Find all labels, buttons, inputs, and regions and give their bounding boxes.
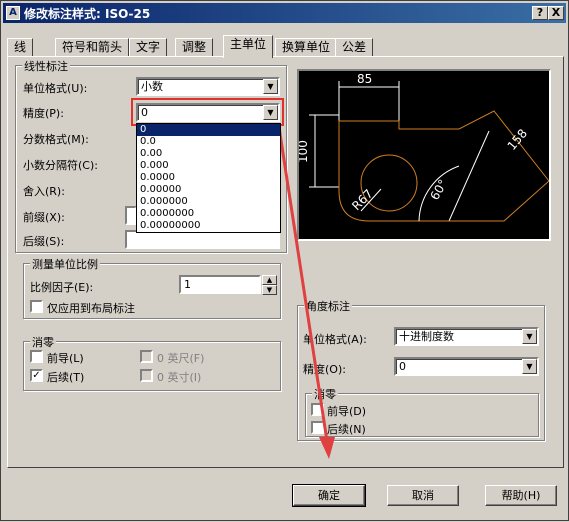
dialog-window: A 修改标注样式: ISO-25 ? X 线 符号和箭头 文字 调整 主单位 换…	[0, 0, 569, 521]
precision-option[interactable]: 0.00	[137, 148, 280, 160]
precision-option[interactable]: 0.00000000	[137, 220, 280, 232]
angular-unit-format-select[interactable]: 十进制度数 ▼	[394, 327, 539, 346]
prefix-label: 前缀(X):	[23, 211, 65, 224]
inches-zero-label: 0 英寸(I)	[157, 371, 202, 384]
preview-drawing: 85 100 158 R67 60°	[296, 72, 550, 222]
inches-zero-checkbox	[140, 369, 153, 382]
fraction-format-label: 分数格式(M):	[23, 133, 89, 146]
angular-trailing-checkbox[interactable]	[311, 421, 324, 434]
tab-primary-units[interactable]: 主单位	[223, 35, 274, 58]
precision-option[interactable]: 0.0	[137, 136, 280, 148]
tab-strip: 线 符号和箭头 文字 调整 主单位 换算单位 公差	[7, 35, 564, 58]
help-title-button[interactable]: ?	[532, 6, 548, 20]
tab-lines[interactable]: 线	[7, 38, 34, 57]
layout-only-label: 仅应用到布局标注	[47, 302, 135, 315]
unit-format-value: 小数	[141, 80, 163, 93]
spin-up-icon[interactable]: ▲	[262, 275, 277, 285]
spin-down-icon[interactable]: ▼	[262, 285, 277, 295]
app-icon: A	[6, 6, 20, 20]
decimal-separator-label: 小数分隔符(C):	[23, 159, 98, 172]
dim-r67-text: R67	[349, 187, 376, 214]
precision-option[interactable]: 0.000	[137, 160, 280, 172]
dim-60-text: 60°	[427, 177, 450, 202]
tab-alternate-units[interactable]: 换算单位	[275, 38, 338, 57]
leading-zero-checkbox[interactable]	[30, 350, 43, 363]
tab-text[interactable]: 文字	[129, 38, 168, 57]
dim-158-text: 158	[505, 126, 530, 153]
chevron-down-icon[interactable]: ▼	[522, 329, 537, 344]
roundoff-label: 舍入(R):	[23, 185, 65, 198]
chevron-down-icon[interactable]: ▼	[522, 359, 537, 374]
leading-zero-label: 前导(L)	[47, 352, 84, 365]
unit-format-label: 单位格式(U):	[23, 82, 88, 95]
angular-precision-value: 0	[399, 360, 406, 373]
angular-unit-format-label: 单位格式(A):	[303, 333, 367, 346]
precision-option[interactable]: 0	[137, 124, 280, 136]
cancel-button[interactable]: 取消	[387, 485, 459, 506]
title-bar: A 修改标注样式: ISO-25 ? X	[3, 3, 566, 23]
trailing-zero-label: 后续(T)	[47, 371, 85, 384]
angular-precision-label: 精度(O):	[303, 363, 346, 376]
scale-factor-label: 比例因子(E):	[30, 281, 94, 294]
precision-option[interactable]: 0.0000000	[137, 208, 280, 220]
angular-precision-select[interactable]: 0 ▼	[394, 357, 539, 376]
linear-group-title: 线性标注	[22, 58, 70, 74]
precision-option[interactable]: 0.000000	[137, 196, 280, 208]
precision-option[interactable]: 0.00000	[137, 184, 280, 196]
layout-only-checkbox[interactable]	[30, 300, 43, 313]
precision-option[interactable]: 0.0000	[137, 172, 280, 184]
angular-unit-format-value: 十进制度数	[399, 330, 454, 343]
zero-group-title: 消零	[30, 334, 56, 350]
tab-fit[interactable]: 调整	[175, 38, 214, 57]
trailing-zero-checkbox[interactable]: ✓	[30, 369, 43, 382]
chevron-down-icon[interactable]: ▼	[263, 79, 278, 94]
help-button[interactable]: 帮助(H)	[485, 485, 557, 506]
tab-tolerances[interactable]: 公差	[335, 38, 374, 57]
angular-trailing-label: 后续(N)	[327, 423, 366, 436]
ok-button[interactable]: 确定	[292, 484, 366, 507]
close-button[interactable]: X	[548, 6, 564, 20]
precision-dropdown-list: 0 0.0 0.00 0.000 0.0000 0.00000 0.000000…	[136, 123, 281, 233]
scale-group-title: 测量单位比例	[30, 256, 100, 272]
window-title: 修改标注样式: ISO-25	[24, 6, 151, 21]
precision-label: 精度(P):	[23, 107, 64, 120]
angular-leading-checkbox[interactable]	[311, 403, 324, 416]
dim-85-text: 85	[357, 72, 372, 86]
angular-group-title: 角度标注	[304, 298, 352, 314]
feet-zero-label: 0 英尺(F)	[157, 352, 205, 365]
suffix-label: 后缀(S):	[23, 235, 65, 248]
precision-value: 0	[141, 106, 148, 119]
unit-format-select[interactable]: 小数 ▼	[136, 77, 280, 96]
angular-leading-label: 前导(D)	[327, 405, 367, 418]
dimension-preview: 85 100 158 R67 60°	[296, 69, 551, 241]
chevron-down-icon[interactable]: ▼	[263, 105, 278, 120]
dim-100-text: 100	[299, 140, 310, 163]
angular-zero-title: 消零	[312, 386, 338, 402]
feet-zero-checkbox	[140, 350, 153, 363]
tab-symbols-arrows[interactable]: 符号和箭头	[55, 38, 130, 57]
precision-select[interactable]: 0 ▼	[136, 103, 280, 122]
scale-factor-input[interactable]: 1	[179, 275, 261, 294]
